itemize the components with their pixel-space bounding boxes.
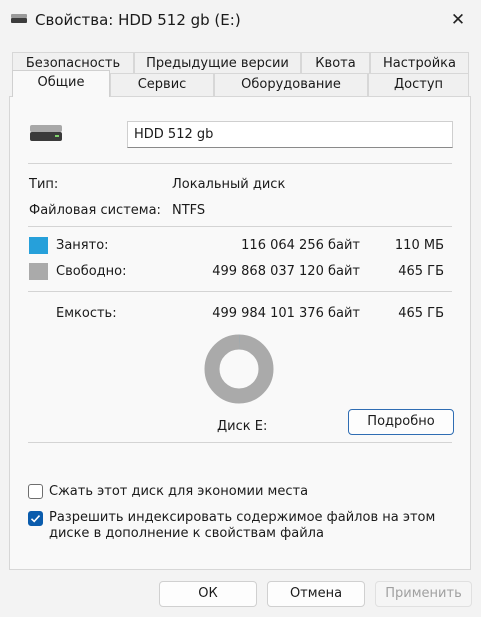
tab-tools[interactable]: Сервис [110, 73, 214, 97]
capacity-short: 465 ГБ [398, 306, 444, 321]
tab-previous-versions[interactable]: Предыдущие версии [134, 52, 301, 74]
title-bar: Свойства: HDD 512 gb (E:) ✕ [0, 0, 481, 40]
free-bytes: 499 868 037 120 байт [212, 264, 360, 279]
free-label: Свободно: [56, 264, 127, 279]
divider [28, 226, 452, 227]
compress-label: Сжать этот диск для экономии места [49, 484, 309, 499]
close-button[interactable]: ✕ [443, 6, 473, 34]
tab-quota[interactable]: Квота [301, 52, 370, 74]
cancel-button[interactable]: Отмена [267, 581, 365, 607]
drive-icon [11, 14, 27, 23]
index-checkbox[interactable] [28, 511, 43, 526]
compress-checkbox[interactable] [28, 484, 43, 499]
divider [28, 442, 452, 443]
used-label: Занято: [56, 238, 109, 253]
disk-label: Диск E: [217, 419, 268, 434]
index-label-line2: диске в дополнение к свойствам файла [49, 526, 324, 541]
free-space-ring [204, 334, 274, 404]
tab-sharing[interactable]: Доступ [368, 73, 469, 97]
hard-drive-icon [30, 125, 62, 141]
tab-hardware[interactable]: Оборудование [214, 73, 368, 97]
filesystem-value: NTFS [172, 203, 206, 218]
type-label: Тип: [29, 177, 59, 192]
drive-name-input[interactable] [127, 121, 453, 148]
checkmark-icon [30, 515, 41, 523]
free-space-swatch [29, 263, 48, 280]
type-value: Локальный диск [172, 177, 286, 192]
ok-button[interactable]: ОК [159, 581, 257, 607]
capacity-bytes: 499 984 101 376 байт [212, 306, 360, 321]
divider [28, 291, 452, 292]
capacity-label: Емкость: [56, 306, 117, 321]
disk-usage-donut [204, 334, 274, 404]
tab-customize[interactable]: Настройка [370, 52, 469, 74]
free-short: 465 ГБ [398, 264, 444, 279]
tab-general[interactable]: Общие [12, 70, 110, 97]
tab-row-bottom: Общие Сервис Оборудование Доступ [12, 70, 469, 97]
used-space-swatch [29, 237, 48, 254]
index-label-line1: Разрешить индексировать содержимое файло… [49, 510, 436, 525]
details-button[interactable]: Подробно [348, 409, 454, 435]
close-icon: ✕ [450, 10, 466, 30]
filesystem-label: Файловая система: [29, 203, 161, 218]
divider [28, 163, 452, 164]
apply-button[interactable]: Применить [375, 581, 472, 607]
used-bytes: 116 064 256 байт [241, 238, 360, 253]
window-title: Свойства: HDD 512 gb (E:) [35, 11, 241, 29]
general-panel: Тип: Локальный диск Файловая система: NT… [9, 96, 471, 570]
used-short: 110 МБ [394, 238, 444, 253]
